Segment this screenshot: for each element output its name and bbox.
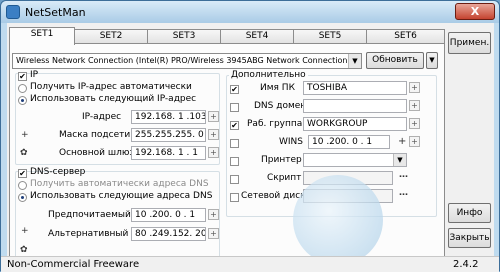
window-title: NetSetMan (25, 6, 86, 19)
close-button[interactable]: Закрыть (448, 228, 491, 248)
workgroup-label: Раб. группа (247, 119, 303, 129)
netdisk-checkbox[interactable] (230, 193, 239, 202)
pc-name-label: Имя ПК (260, 83, 295, 93)
gear-icon[interactable]: ✿ (20, 148, 28, 158)
wins-add-icon[interactable]: + (398, 136, 406, 147)
tab-set4[interactable]: SET4 (220, 29, 294, 44)
pc-name-expand-icon[interactable]: + (409, 82, 420, 93)
plus-icon[interactable]: + (21, 130, 29, 140)
ip-address-field[interactable]: 192.168. 1 .103 (131, 110, 206, 124)
dns-domain-expand-icon[interactable]: + (409, 100, 420, 111)
dns-domain-field[interactable] (303, 99, 407, 113)
plus-icon[interactable]: + (21, 226, 29, 236)
workgroup-expand-icon[interactable]: + (409, 118, 420, 129)
tab-strip: SET1 SET2 SET3 SET4 SET5 SET6 (9, 27, 445, 45)
dns-auto-radio[interactable] (18, 181, 27, 190)
additional-group-label: Дополнительно (229, 70, 308, 80)
tab-set5[interactable]: SET5 (293, 29, 367, 44)
printer-checkbox[interactable] (230, 157, 239, 166)
netdisk-browse-icon[interactable]: … (399, 188, 408, 198)
version-label: 2.4.2 (453, 259, 479, 270)
dns-group-label: DNS-сервер (30, 167, 86, 177)
netdisk-label: Сетевой диск (241, 191, 306, 201)
workgroup-checkbox[interactable]: ✔ (230, 121, 239, 130)
gateway-expand-icon[interactable]: + (208, 147, 219, 158)
license-status: Non-Commercial Freeware (7, 259, 140, 270)
dns-domain-checkbox[interactable] (230, 103, 239, 112)
globe-watermark-icon (293, 175, 383, 265)
ip-manual-label: Использовать следующий IP-адрес (30, 94, 197, 104)
dns-alternate-expand-icon[interactable]: + (208, 228, 219, 239)
subnet-mask-field[interactable]: 255.255.255. 0 (131, 128, 206, 142)
ip-auto-radio[interactable] (18, 84, 27, 93)
app-icon (6, 5, 20, 19)
dns-alternate-label: Альтернативный (48, 229, 129, 239)
wins-checkbox[interactable] (230, 139, 239, 148)
chevron-down-icon[interactable]: ▼ (348, 54, 361, 68)
adapter-select-value: Wireless Network Connection (Intel(R) PR… (16, 56, 351, 65)
gateway-field[interactable]: 192.168. 1 . 1 (131, 146, 206, 160)
printer-label: Принтер (261, 155, 302, 165)
script-label: Скрипт (267, 173, 302, 183)
title-bar[interactable]: NetSetMan X (1, 1, 499, 23)
wins-label: WINS (279, 137, 303, 147)
dns-domain-label: DNS домен (254, 101, 307, 111)
window-close-button[interactable]: X (455, 3, 495, 20)
tab-set2[interactable]: SET2 (74, 29, 148, 44)
subnet-mask-label: Маска подсети (59, 130, 131, 140)
gateway-label: Основной шлюз (59, 148, 135, 158)
client-area: SET1 SET2 SET3 SET4 SET5 SET6 Wireless N… (7, 23, 494, 265)
tab-set3[interactable]: SET3 (147, 29, 221, 44)
printer-select[interactable]: ▼ (303, 153, 407, 167)
status-bar: Non-Commercial Freeware 2.4.2 (1, 256, 499, 272)
dns-auto-label: Получить автоматически адреса DNS (30, 179, 209, 189)
script-browse-icon[interactable]: … (399, 170, 408, 180)
ip-address-label: IP-адрес (82, 112, 122, 122)
pc-name-checkbox[interactable]: ✔ (230, 85, 239, 94)
ip-manual-radio[interactable] (18, 96, 27, 105)
dns-checkbox[interactable]: ✔ (18, 169, 27, 178)
tab-set6[interactable]: SET6 (366, 29, 445, 44)
app-window: NetSetMan X SET1 SET2 SET3 SET4 SET5 SET… (0, 0, 500, 272)
chevron-down-icon[interactable]: ▼ (393, 154, 406, 166)
subnet-mask-expand-icon[interactable]: + (208, 129, 219, 140)
ip-checkbox[interactable]: ✔ (18, 72, 27, 81)
adapter-select[interactable]: Wireless Network Connection (Intel(R) PR… (12, 53, 362, 69)
dns-alternate-field[interactable]: 80 .249.152. 20 (131, 227, 206, 241)
apply-button[interactable]: Примен. (448, 32, 491, 54)
gear-icon[interactable]: ✿ (20, 245, 28, 255)
dns-preferred-label: Предпочитаемый (48, 210, 131, 220)
script-checkbox[interactable] (230, 175, 239, 184)
wins-field[interactable]: 10 .200. 0 . 1 (308, 135, 390, 149)
dns-preferred-expand-icon[interactable]: + (208, 209, 219, 220)
wins-expand-icon[interactable]: + (409, 136, 420, 147)
ip-auto-label: Получить IP-адрес автоматически (30, 82, 192, 92)
dns-manual-radio[interactable] (18, 193, 27, 202)
refresh-button[interactable]: Обновить (366, 52, 424, 69)
tab-set1[interactable]: SET1 (9, 27, 75, 45)
pc-name-field[interactable]: TOSHIBA (303, 81, 407, 95)
refresh-dropdown-icon[interactable]: ▼ (426, 52, 438, 69)
workgroup-field[interactable]: WORKGROUP (303, 117, 407, 131)
ip-address-expand-icon[interactable]: + (208, 111, 219, 122)
dns-preferred-field[interactable]: 10 .200. 0 . 1 (131, 208, 206, 222)
dns-manual-label: Использовать следующие адреса DNS (30, 191, 213, 201)
info-button[interactable]: Инфо (448, 203, 491, 223)
ip-group-label: IP (30, 70, 39, 80)
